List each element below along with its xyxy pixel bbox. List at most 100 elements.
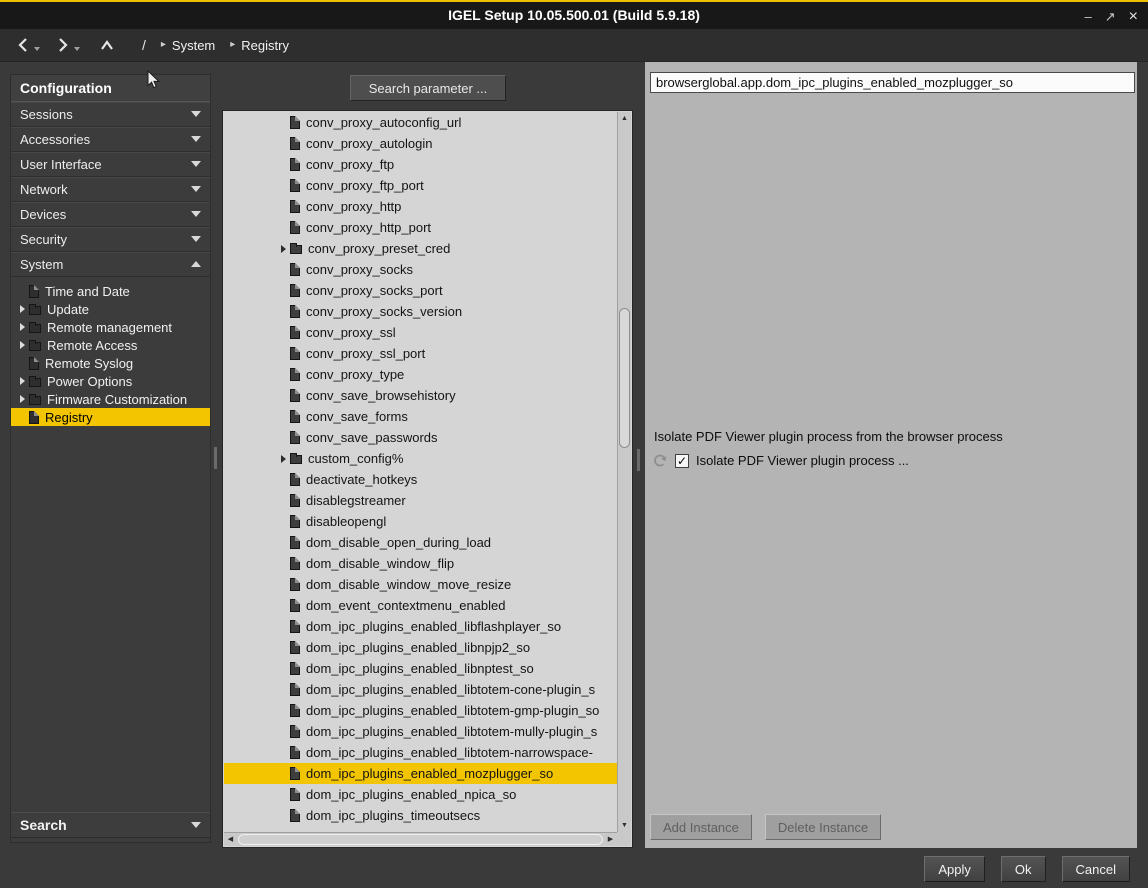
expand-arrow-icon[interactable] — [20, 305, 25, 313]
registry-parameter-row[interactable]: conv_proxy_http — [224, 196, 617, 217]
registry-parameter-row[interactable]: conv_proxy_socks_port — [224, 280, 617, 301]
tree-item[interactable]: Remote Syslog — [11, 354, 210, 372]
registry-parameter-row[interactable]: conv_proxy_http_port — [224, 217, 617, 238]
back-button[interactable] — [16, 37, 30, 53]
parameter-label: dom_disable_open_during_load — [306, 535, 491, 550]
tree-item[interactable]: Registry — [11, 408, 210, 426]
horizontal-scrollbar-thumb[interactable] — [238, 834, 603, 845]
sidebar-category[interactable]: Sessions — [11, 102, 210, 127]
window-title: IGEL Setup 10.05.500.01 (Build 5.9.18) — [0, 2, 1148, 28]
registry-parameter-row[interactable]: dom_ipc_plugins_enabled_libflashplayer_s… — [224, 616, 617, 637]
search-section[interactable]: Search — [11, 812, 210, 838]
parameter-icon — [290, 578, 300, 591]
parameter-icon — [290, 284, 300, 297]
tree-item[interactable]: Firmware Customization — [11, 390, 210, 408]
scroll-right-icon[interactable]: ▶ — [604, 833, 617, 846]
registry-parameter-row[interactable]: dom_ipc_plugins_enabled_libnptest_so — [224, 658, 617, 679]
scroll-left-icon[interactable]: ◀ — [224, 833, 237, 846]
registry-parameter-row[interactable]: dom_ipc_plugins_enabled_libtotem-mully-p… — [224, 721, 617, 742]
registry-parameter-row[interactable]: conv_save_passwords — [224, 427, 617, 448]
tree-item[interactable]: Update — [11, 300, 210, 318]
add-instance-button[interactable]: Add Instance — [650, 814, 752, 840]
registry-parameter-row[interactable]: conv_proxy_type — [224, 364, 617, 385]
parameter-path-field[interactable] — [650, 72, 1135, 93]
expand-arrow-icon[interactable] — [20, 323, 25, 331]
close-icon[interactable]: × — [1129, 9, 1138, 25]
apply-button[interactable]: Apply — [924, 856, 985, 882]
parameter-icon — [290, 116, 300, 129]
registry-parameter-row[interactable]: conv_proxy_socks_version — [224, 301, 617, 322]
tree-item[interactable]: Remote management — [11, 318, 210, 336]
registry-parameter-row[interactable]: disablegstreamer — [224, 490, 617, 511]
parameter-label: dom_event_contextmenu_enabled — [306, 598, 505, 613]
parameter-icon — [290, 494, 300, 507]
sidebar-category[interactable]: Security — [11, 227, 210, 252]
registry-parameter-row[interactable]: dom_disable_window_flip — [224, 553, 617, 574]
registry-parameter-row[interactable]: dom_ipc_plugins_enabled_libtotem-narrows… — [224, 742, 617, 763]
minimize-icon[interactable]: – — [1085, 10, 1092, 23]
registry-parameter-row[interactable]: disableopengl — [224, 511, 617, 532]
reset-to-default-icon[interactable] — [652, 453, 668, 468]
breadcrumb-system[interactable]: ▸ System — [161, 38, 215, 53]
breadcrumb-registry[interactable]: ▸ Registry — [230, 38, 289, 53]
expand-arrow-icon[interactable] — [20, 377, 25, 385]
registry-parameter-row[interactable]: dom_ipc_plugins_enabled_libtotem-gmp-plu… — [224, 700, 617, 721]
horizontal-scrollbar[interactable]: ◀ ▶ — [224, 832, 617, 846]
expand-arrow-icon[interactable] — [20, 341, 25, 349]
registry-parameter-row[interactable]: deactivate_hotkeys — [224, 469, 617, 490]
vertical-scrollbar-thumb[interactable] — [619, 308, 630, 448]
registry-parameter-row[interactable]: conv_save_browsehistory — [224, 385, 617, 406]
splitter-left[interactable] — [214, 447, 217, 469]
registry-parameter-row[interactable]: dom_ipc_plugins_enabled_npica_so — [224, 784, 617, 805]
registry-parameter-row[interactable]: custom_config% — [224, 448, 617, 469]
splitter-right[interactable] — [637, 449, 640, 471]
tree-item[interactable]: Power Options — [11, 372, 210, 390]
registry-parameter-row[interactable]: dom_ipc_plugins_timeoutsecs — [224, 805, 617, 826]
category-label: Accessories — [20, 132, 90, 147]
sidebar-category[interactable]: Network — [11, 177, 210, 202]
ok-button[interactable]: Ok — [1001, 856, 1046, 882]
registry-parameter-row[interactable]: dom_event_contextmenu_enabled — [224, 595, 617, 616]
tree-item[interactable]: Remote Access — [11, 336, 210, 354]
registry-parameter-row[interactable]: dom_ipc_plugins_enabled_mozplugger_so — [224, 763, 617, 784]
up-button[interactable] — [98, 38, 116, 52]
back-history-dropdown-icon[interactable] — [34, 47, 40, 51]
sidebar-category[interactable]: System — [11, 252, 210, 277]
scroll-up-icon[interactable]: ▲ — [618, 112, 631, 125]
cancel-button[interactable]: Cancel — [1062, 856, 1130, 882]
registry-parameter-row[interactable]: conv_proxy_ssl — [224, 322, 617, 343]
registry-parameter-row[interactable]: conv_proxy_autoconfig_url — [224, 112, 617, 133]
search-parameter-button[interactable]: Search parameter ... — [350, 75, 506, 101]
isolate-plugin-checkbox[interactable]: ✓ — [675, 454, 689, 468]
delete-instance-button[interactable]: Delete Instance — [765, 814, 881, 840]
sidebar-category[interactable]: Devices — [11, 202, 210, 227]
registry-parameter-row[interactable]: conv_proxy_autologin — [224, 133, 617, 154]
parameter-label: conv_proxy_autoconfig_url — [306, 115, 461, 130]
registry-parameter-row[interactable]: conv_proxy_ftp — [224, 154, 617, 175]
registry-parameter-row[interactable]: conv_save_forms — [224, 406, 617, 427]
tree-item-icon — [29, 342, 41, 351]
tree-item[interactable]: Time and Date — [11, 282, 210, 300]
category-label: User Interface — [20, 157, 102, 172]
expand-arrow-icon[interactable] — [281, 245, 286, 253]
registry-parameter-row[interactable]: conv_proxy_ssl_port — [224, 343, 617, 364]
registry-parameter-row[interactable]: dom_disable_open_during_load — [224, 532, 617, 553]
registry-parameter-row[interactable]: conv_proxy_ftp_port — [224, 175, 617, 196]
forward-history-dropdown-icon[interactable] — [74, 47, 80, 51]
registry-parameter-row[interactable]: dom_disable_window_move_resize — [224, 574, 617, 595]
parameter-icon — [290, 368, 300, 381]
sidebar-category[interactable]: Accessories — [11, 127, 210, 152]
restore-icon[interactable]: ↗ — [1105, 10, 1116, 23]
parameter-icon — [290, 326, 300, 339]
registry-parameter-row[interactable]: conv_proxy_socks — [224, 259, 617, 280]
parameter-label: conv_proxy_autologin — [306, 136, 432, 151]
registry-parameter-row[interactable]: conv_proxy_preset_cred — [224, 238, 617, 259]
forward-button[interactable] — [56, 37, 70, 53]
registry-parameter-row[interactable]: dom_ipc_plugins_enabled_libnpjp2_so — [224, 637, 617, 658]
scroll-down-icon[interactable]: ▼ — [618, 819, 631, 832]
vertical-scrollbar[interactable]: ▲ ▼ — [617, 112, 631, 832]
registry-parameter-row[interactable]: dom_ipc_plugins_enabled_libtotem-cone-pl… — [224, 679, 617, 700]
expand-arrow-icon[interactable] — [281, 455, 286, 463]
expand-arrow-icon[interactable] — [20, 395, 25, 403]
sidebar-category[interactable]: User Interface — [11, 152, 210, 177]
